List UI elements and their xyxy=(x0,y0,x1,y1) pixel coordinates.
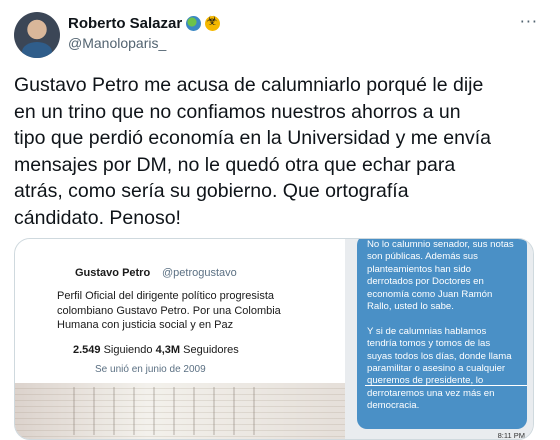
followers-label: Seguidores xyxy=(183,344,239,356)
profile-name: Gustavo Petro xyxy=(75,267,151,279)
attached-image[interactable]: Gustavo Petro @petrogustavo Perfil Ofici… xyxy=(14,238,534,440)
following-label: Siguiendo xyxy=(103,344,153,356)
profile-bio: Perfil Oficial del dirigente político pr… xyxy=(57,290,281,331)
following-count: 2.549 xyxy=(73,344,101,356)
profile-screenshot: Gustavo Petro @petrogustavo Perfil Ofici… xyxy=(15,239,345,439)
followers-count: 4,3M xyxy=(155,344,181,356)
dm-message-bubble: No lo calumnio senador, sus notas son pú… xyxy=(357,239,527,429)
profile-joined-date: Se unió en junio de 2009 xyxy=(95,364,206,375)
profile-handle: @petrogustavo xyxy=(162,267,237,279)
tweet-card: Roberto Salazar @Manoloparis_ ··· Gustav… xyxy=(0,0,560,440)
dm-message-text: No lo calumnio senador, sus notas son pú… xyxy=(367,239,514,412)
biohazard-icon xyxy=(205,14,221,31)
document-photo xyxy=(15,383,345,439)
profile-stats: 2.549 Siguiendo 4,3M Seguidores xyxy=(73,344,239,356)
display-name[interactable]: Roberto Salazar xyxy=(68,15,182,32)
avatar[interactable] xyxy=(14,12,60,58)
author-handle[interactable]: @Manoloparis_ xyxy=(68,35,166,51)
strikethrough-line xyxy=(365,385,527,386)
author-name-row: Roberto Salazar xyxy=(68,14,221,32)
globe-icon xyxy=(186,16,202,31)
dm-screenshot: No lo calumnio senador, sus notas son pú… xyxy=(345,239,533,439)
more-options-icon[interactable]: ··· xyxy=(520,12,538,31)
tweet-text: Gustavo Petro me acusa de calumniarlo po… xyxy=(14,74,491,229)
